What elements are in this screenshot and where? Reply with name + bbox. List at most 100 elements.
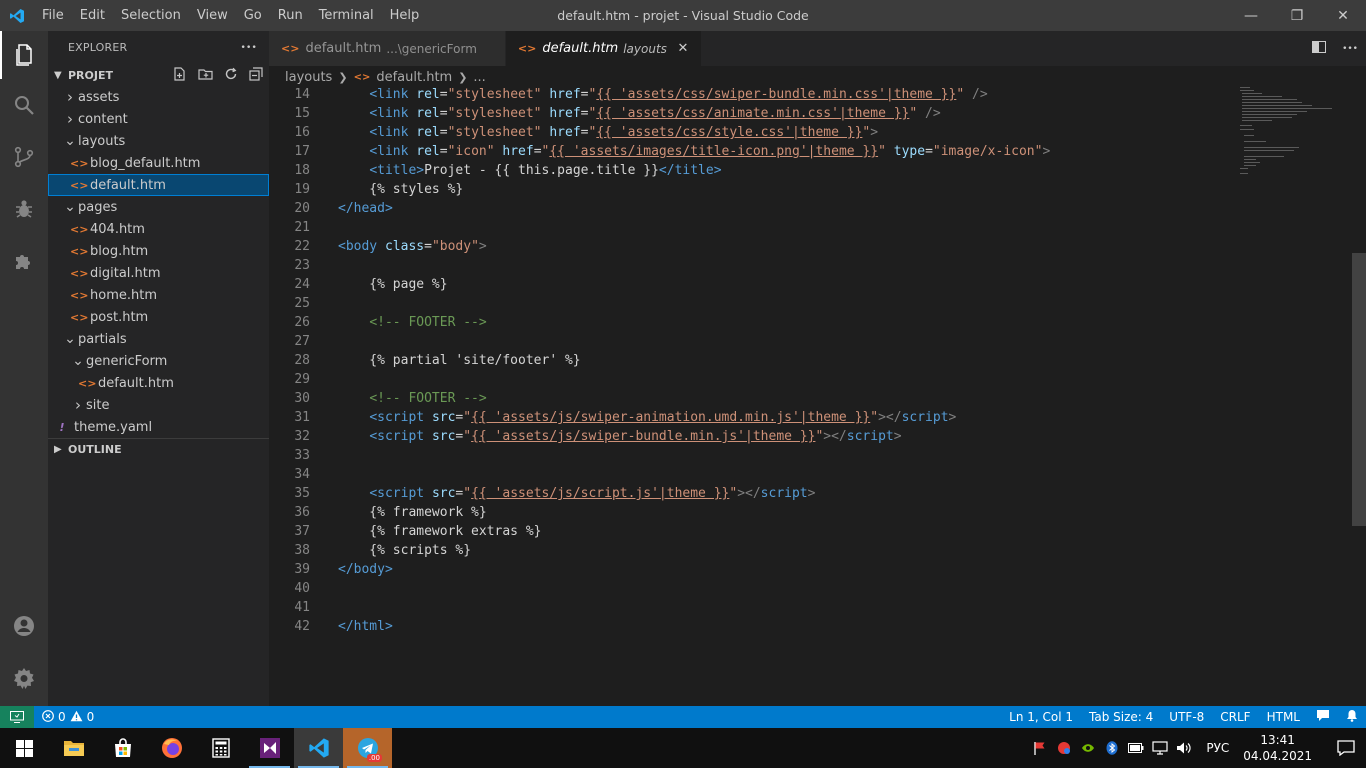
notifications-bell-icon[interactable] [1338,709,1366,725]
restore-button[interactable]: ❐ [1274,0,1320,31]
code-line[interactable]: 35 <script src="{{ 'assets/js/script.js'… [269,484,1229,503]
tree-file[interactable]: <> blog.htm [48,240,269,262]
vertical-scrollbar[interactable] [1352,85,1366,706]
collapse-all-icon[interactable] [249,67,263,84]
bluetooth-icon[interactable] [1100,741,1124,755]
nvidia-icon[interactable] [1076,742,1100,754]
tree-file[interactable]: <> post.htm [48,306,269,328]
code-line[interactable]: 36 {% framework %} [269,503,1229,522]
code-line[interactable]: 25 [269,294,1229,313]
code-line[interactable]: 33 [269,446,1229,465]
telegram-icon[interactable]: .00 [343,728,392,768]
action-center-icon[interactable] [1326,740,1366,756]
antivirus-icon[interactable] [1052,741,1076,755]
explorer-icon[interactable] [0,31,48,79]
code-line[interactable]: 34 [269,465,1229,484]
vscode-logo-icon[interactable] [0,0,34,31]
battery-icon[interactable] [1124,743,1148,753]
code-line[interactable]: 41 [269,598,1229,617]
breadcrumb-folder[interactable]: layouts [285,70,332,85]
volume-icon[interactable] [1172,741,1196,755]
manage-gear-icon[interactable] [0,654,48,702]
remote-icon[interactable] [0,706,34,728]
code-line[interactable]: 31 <script src="{{ 'assets/js/swiper-ani… [269,408,1229,427]
breadcrumb-file[interactable]: default.htm [376,70,452,85]
workspace-section[interactable]: ▼ PROJET [48,64,269,86]
menu-file[interactable]: File [34,0,72,31]
code-line[interactable]: 17 <link rel="icon" href="{{ 'assets/ima… [269,142,1229,161]
code-line[interactable]: 27 [269,332,1229,351]
minimap[interactable] [1232,85,1352,175]
code-line[interactable]: 21 [269,218,1229,237]
tree-file[interactable]: <> blog_default.htm [48,152,269,174]
code-line[interactable]: 32 <script src="{{ 'assets/js/swiper-bun… [269,427,1229,446]
tab-generic-form-default[interactable]: <> default.htm ...\genericForm ✕ [269,31,506,66]
tree-file[interactable]: <> home.htm [48,284,269,306]
tab-size[interactable]: Tab Size: 4 [1081,710,1161,724]
menu-edit[interactable]: Edit [72,0,113,31]
cursor-position[interactable]: Ln 1, Col 1 [1001,710,1081,724]
code-line[interactable]: 23 [269,256,1229,275]
tree-file[interactable]: <> default.htm [48,372,269,394]
file-explorer-icon[interactable] [49,728,98,768]
search-icon[interactable] [0,81,48,129]
vscode-taskbar-icon[interactable] [294,728,343,768]
menu-help[interactable]: Help [382,0,428,31]
code-line[interactable]: 15 <link rel="stylesheet" href="{{ 'asse… [269,104,1229,123]
code-line[interactable]: 40 [269,579,1229,598]
code-line[interactable]: 28 {% partial 'site/footer' %} [269,351,1229,370]
run-debug-icon[interactable] [0,185,48,233]
language-mode[interactable]: HTML [1259,710,1308,724]
problems-indicator[interactable]: 0 0 [42,709,94,725]
minimize-button[interactable]: — [1228,0,1274,31]
tree-file[interactable]: <> 404.htm [48,218,269,240]
more-actions-icon[interactable]: ••• [240,43,257,53]
more-actions-icon[interactable]: ••• [1342,44,1358,54]
code-line[interactable]: 29 [269,370,1229,389]
microsoft-store-icon[interactable] [98,728,147,768]
accounts-icon[interactable] [0,602,48,650]
visual-studio-icon[interactable] [245,728,294,768]
code-editor[interactable]: 14 <link rel="stylesheet" href="{{ 'asse… [269,85,1229,706]
tree-folder[interactable]: ⌄ pages [48,196,269,218]
code-line[interactable]: 42 </html> [269,617,1229,636]
new-file-icon[interactable] [173,67,187,84]
code-line[interactable]: 30 <!-- FOOTER --> [269,389,1229,408]
network-icon[interactable] [1148,741,1172,755]
menu-terminal[interactable]: Terminal [311,0,382,31]
input-language[interactable]: РУС [1206,741,1229,755]
encoding[interactable]: UTF-8 [1161,710,1212,724]
close-icon[interactable]: ✕ [675,41,691,56]
outline-section[interactable]: ▶ OUTLINE [48,438,269,460]
scrollbar-thumb[interactable] [1352,253,1366,526]
code-line[interactable]: 20 </head> [269,199,1229,218]
feedback-icon[interactable] [1308,709,1338,725]
close-window-button[interactable]: ✕ [1320,0,1366,31]
windows-start-icon[interactable] [0,728,49,768]
menu-selection[interactable]: Selection [113,0,189,31]
end-of-line[interactable]: CRLF [1212,710,1258,724]
source-control-icon[interactable] [0,133,48,181]
tree-folder[interactable]: ⌄ partials [48,328,269,350]
code-line[interactable]: 22 <body class="body"> [269,237,1229,256]
new-folder-icon[interactable] [198,67,213,84]
split-editor-icon[interactable] [1312,40,1327,57]
tree-folder[interactable]: ⌄ genericForm [48,350,269,372]
tree-file[interactable]: <> digital.htm [48,262,269,284]
calculator-icon[interactable] [196,728,245,768]
menu-view[interactable]: View [189,0,236,31]
code-line[interactable]: 39 </body> [269,560,1229,579]
tree-folder[interactable]: › assets [48,86,269,108]
tree-folder[interactable]: › content [48,108,269,130]
breadcrumb-more[interactable]: ... [473,70,485,85]
code-line[interactable]: 37 {% framework extras %} [269,522,1229,541]
code-line[interactable]: 18 <title>Projet - {{ this.page.title }}… [269,161,1229,180]
tab-layouts-default[interactable]: <> default.htm layouts ✕ [505,31,702,66]
tree-folder[interactable]: › site [48,394,269,416]
tree-file[interactable]: <> default.htm [48,174,269,196]
menu-run[interactable]: Run [270,0,311,31]
system-clock[interactable]: 13:41 04.04.2021 [1243,732,1312,764]
code-line[interactable]: 38 {% scripts %} [269,541,1229,560]
code-line[interactable]: 14 <link rel="stylesheet" href="{{ 'asse… [269,85,1229,104]
code-line[interactable]: 19 {% styles %} [269,180,1229,199]
